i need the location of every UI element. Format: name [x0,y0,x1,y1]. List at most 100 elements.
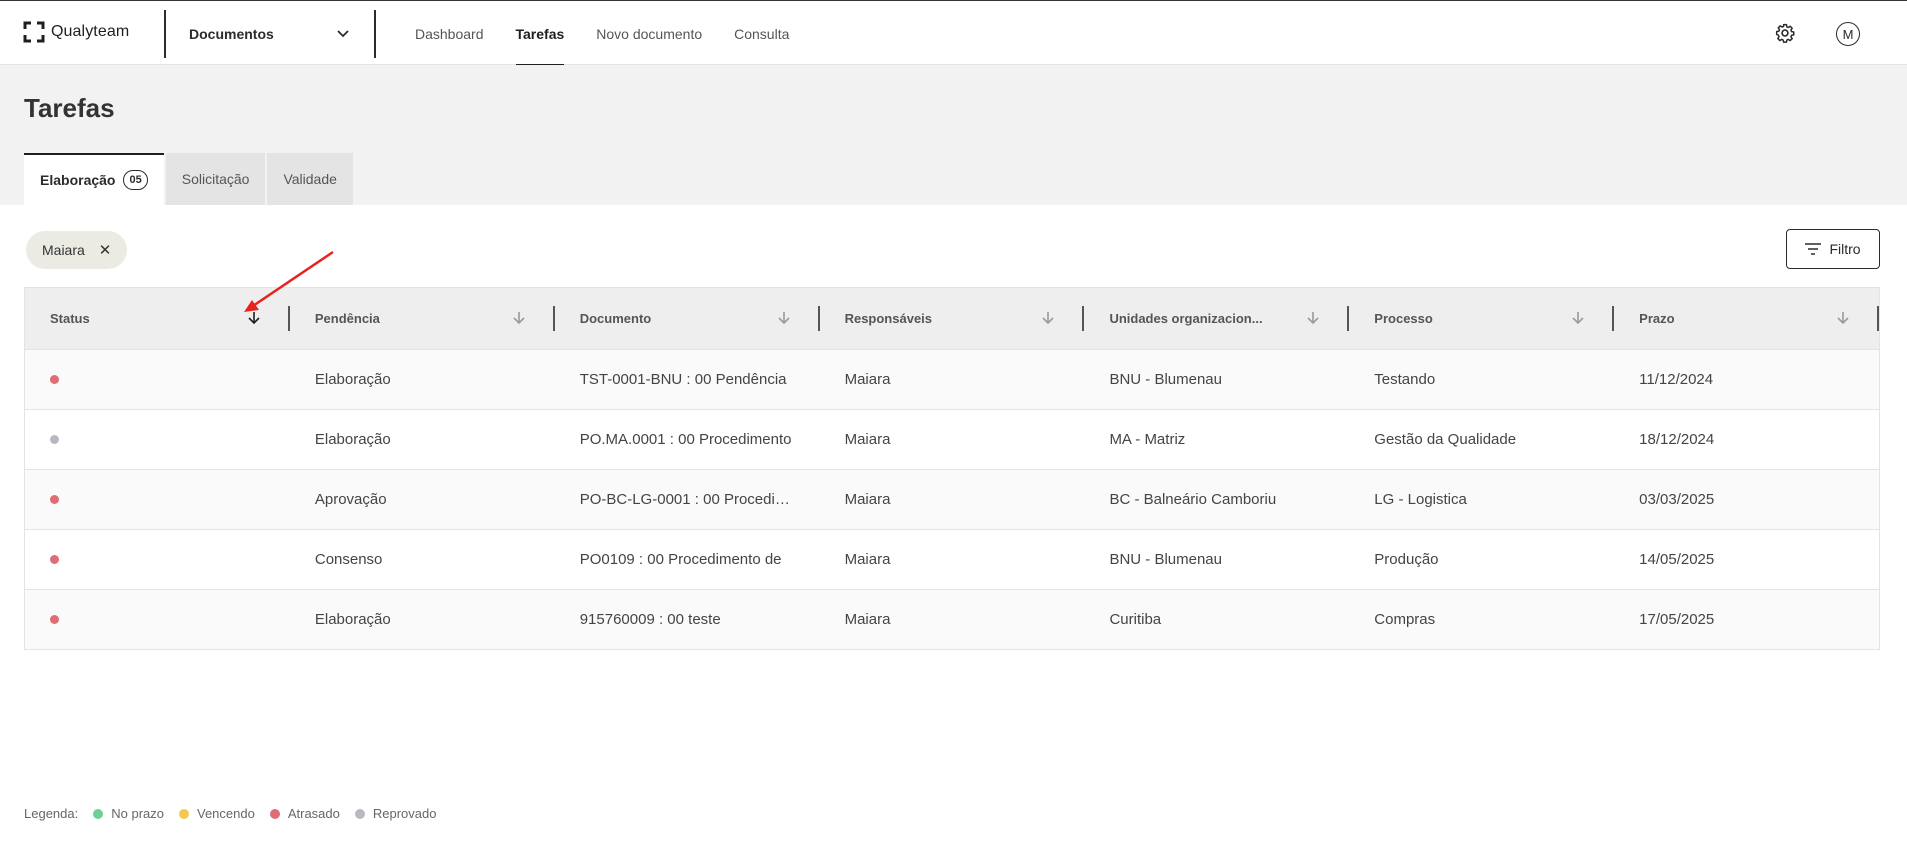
filter-icon [1805,243,1822,255]
filter-chip: Maiara ✕ [26,231,128,269]
gear-icon [1775,23,1795,43]
legend-item: Reprovado [354,806,437,821]
module-select-label: Documentos [189,26,274,42]
status-cell [25,470,290,529]
column-header-processo[interactable]: Processo [1349,288,1615,349]
tab-validade[interactable]: Validade [267,153,353,205]
chevron-down-icon [337,30,349,38]
legend-dot [93,808,104,819]
legend-label: Vencendo [196,806,255,821]
table-row[interactable]: Consenso PO0109 : 00 Procedimento de Mai… [25,529,1879,589]
processo-cell: Produção [1374,551,1439,568]
responsaveis-cell: Maiara [844,371,891,388]
pendencia-cell: Aprovação [314,491,387,508]
status-dot [50,555,59,564]
prazo-cell: 18/12/2024 [1639,431,1715,448]
nav-item-novo-documento[interactable]: Novo documento [596,1,702,66]
processo-cell: Testando [1374,371,1436,388]
documento-cell[interactable]: PO0109 : 00 Procedimento de [555,530,820,589]
nav-item-tarefas[interactable]: Tarefas [515,1,564,66]
documento-cell[interactable]: PO.MA.0001 : 00 Procedimento [555,410,820,469]
avatar[interactable]: M [1836,22,1860,46]
responsaveis-cell: Maiara [844,431,891,448]
status-dot [50,495,59,504]
status-dot [50,615,59,624]
tab-label: Solicitação [181,171,250,187]
pendencia-cell: Elaboração [314,611,391,628]
column-header-responsaveis[interactable]: Responsáveis [820,288,1085,349]
module-select[interactable]: Documentos [189,23,349,45]
nav-item-consulta[interactable]: Consulta [734,1,789,66]
count-badge: 05 [123,170,148,190]
main-nav: Dashboard Tarefas Novo documento Consult… [415,1,821,66]
unidade-cell: BC - Balneário Camboriu [1109,491,1277,508]
settings-button[interactable] [1775,23,1795,43]
tab-label: Validade [283,171,337,187]
table-row[interactable]: Elaboração 915760009 : 00 teste Maiara C… [25,589,1879,649]
top-navbar: Qualyteam Documentos Dashboard Tarefas N… [0,0,1907,66]
documento-cell[interactable]: 915760009 : 00 teste [555,590,820,649]
legend-dot [178,808,189,819]
column-header-label: Prazo [1639,311,1675,326]
filter-chip-label: Maiara [42,242,85,258]
table-row[interactable]: Elaboração TST-0001-BNU : 00 Pendência M… [25,349,1879,409]
arrow-down-icon[interactable] [776,310,792,326]
prazo-cell: 11/12/2024 [1639,371,1714,388]
arrow-down-icon[interactable] [1570,310,1586,326]
table-row[interactable]: Aprovação PO-BC-LG-0001 : 00 Procediment… [25,469,1879,529]
column-header-documento[interactable]: Documento [555,288,820,349]
column-header-label: Documento [579,311,652,326]
unidade-cell: BNU - Blumenau [1109,371,1222,388]
legend-item: Atrasado [269,806,340,821]
nav-divider [374,10,376,58]
table-row[interactable]: Elaboração PO.MA.0001 : 00 Procedimento … [25,409,1879,469]
status-cell [25,590,290,649]
prazo-cell: 03/03/2025 [1639,491,1715,508]
unidade-cell: Curitiba [1109,611,1162,628]
column-header-prazo[interactable]: Prazo [1614,288,1880,349]
tab-elaboracao[interactable]: Elaboração 05 [24,153,164,205]
column-header-label: Unidades organizacion... [1109,311,1263,326]
processo-cell: Compras [1374,611,1436,628]
logo[interactable]: Qualyteam [23,21,129,43]
arrow-down-icon[interactable] [511,310,527,326]
tab-label: Elaboração [40,172,116,188]
arrow-down-icon[interactable] [1040,310,1056,326]
arrow-down-icon[interactable] [1305,310,1321,326]
pendencia-cell: Elaboração [314,371,391,388]
page-header: Tarefas Elaboração 05 Solicitação Valida… [0,65,1907,205]
nav-item-dashboard[interactable]: Dashboard [415,1,484,66]
legend-label: No prazo [111,806,164,821]
documento-cell[interactable]: TST-0001-BNU : 00 Pendência [555,350,820,409]
prazo-cell: 17/05/2025 [1639,611,1715,628]
status-legend: Legenda: No prazo Vencendo Atrasado Repr… [24,806,436,821]
legend-label: Reprovado [372,806,437,821]
legend-title: Legenda: [24,806,79,821]
pendencia-cell: Elaboração [314,431,391,448]
processo-cell: LG - Logistica [1374,491,1467,508]
responsaveis-cell: Maiara [844,551,891,568]
legend-dot [269,808,280,819]
documento-text: TST-0001-BNU : 00 Pendência [579,371,787,388]
column-resize-handle[interactable] [1877,306,1880,331]
legend-dot [354,808,365,819]
tasks-table: Status Pendência Documento Responsáveis … [24,287,1880,650]
unidade-cell: MA - Matriz [1109,431,1186,448]
legend-item: No prazo [93,806,164,821]
close-icon[interactable]: ✕ [99,241,112,259]
column-header-unidades[interactable]: Unidades organizacion... [1084,288,1350,349]
responsaveis-cell: Maiara [844,491,891,508]
documento-text: PO-BC-LG-0001 : 00 Procedimento [579,491,795,508]
processo-cell: Gestão da Qualidade [1374,431,1517,448]
annotation-arrow [244,250,334,312]
column-header-label: Status [50,311,90,326]
filter-button[interactable]: Filtro [1786,229,1880,269]
status-cell [25,350,290,409]
tab-solicitacao[interactable]: Solicitação [165,153,266,205]
logo-icon [23,21,45,43]
documento-cell[interactable]: PO-BC-LG-0001 : 00 Procedimento [555,470,820,529]
arrow-down-icon[interactable] [1835,310,1851,326]
status-dot [50,375,59,384]
column-header-label: Processo [1374,311,1433,326]
annotation-arrow-head [244,300,259,312]
